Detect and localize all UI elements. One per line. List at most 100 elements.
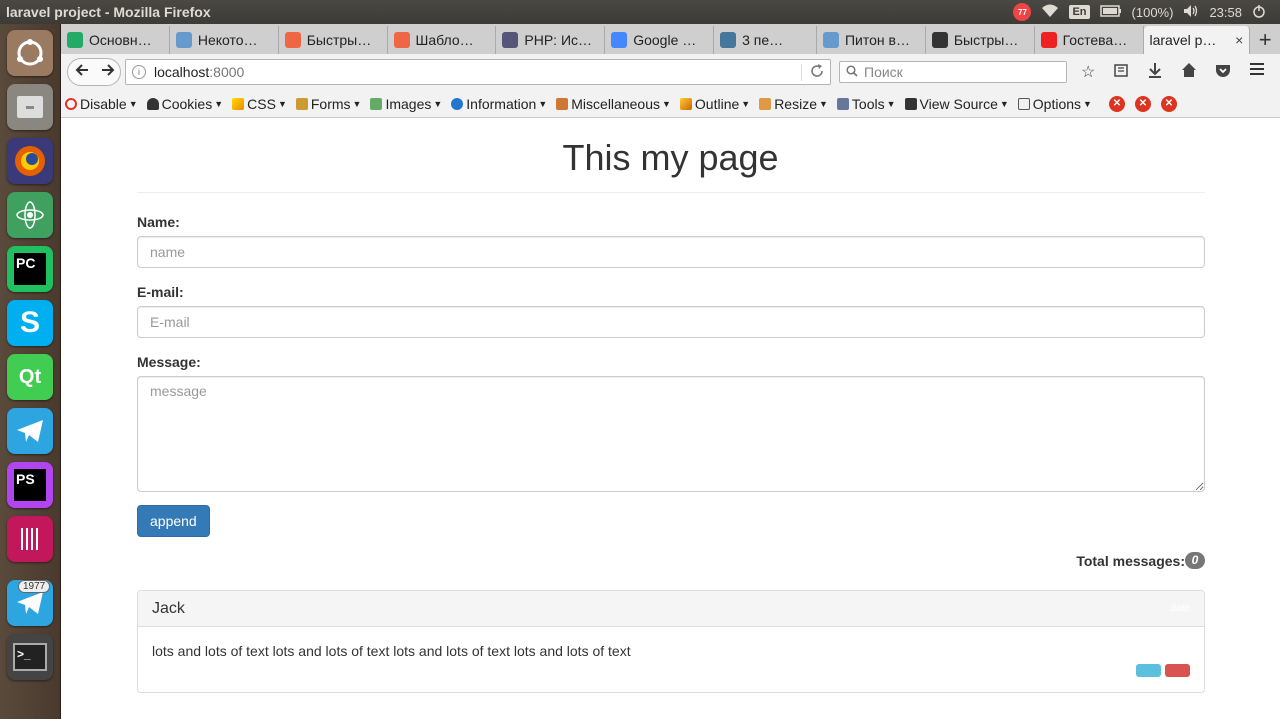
bookmark-star-icon[interactable]: ☆	[1081, 62, 1095, 83]
url-host: localhost	[154, 64, 210, 80]
new-tab-button[interactable]: +	[1250, 26, 1280, 54]
tab-favicon	[284, 32, 301, 48]
navigation-bar: i localhost:8000 Поиск ☆	[61, 54, 1280, 90]
wd-view-source[interactable]: View Source ▼	[904, 96, 1009, 112]
name-label: Name:	[137, 214, 180, 230]
tab-favicon	[720, 32, 737, 48]
tab-favicon	[175, 32, 192, 48]
tab-label: Шабло…	[415, 32, 474, 48]
tab[interactable]: Google …	[605, 26, 715, 54]
email-input[interactable]	[137, 306, 1205, 338]
site-info-icon[interactable]: i	[132, 65, 146, 79]
wd-miscellaneous[interactable]: Miscellaneous ▼	[556, 96, 671, 112]
tab-label: Гостева…	[1062, 32, 1128, 48]
volume-icon[interactable]	[1183, 4, 1199, 21]
tab[interactable]: Некото…	[170, 26, 279, 54]
tab-label: Основн…	[89, 32, 152, 48]
clock[interactable]: 23:58	[1209, 5, 1242, 20]
url-port: :8000	[209, 64, 245, 80]
wd-tools[interactable]: Tools ▼	[836, 96, 896, 112]
telegram-icon[interactable]	[7, 408, 53, 454]
wd-cookies[interactable]: Cookies ▼	[146, 96, 223, 112]
close-tab-icon[interactable]: ×	[1235, 32, 1243, 48]
url-bar[interactable]: i localhost:8000	[125, 59, 831, 85]
user-icon	[146, 97, 159, 110]
tab-label: Питон в…	[844, 32, 910, 48]
wd-information[interactable]: Information ▼	[451, 96, 547, 112]
notification-badge[interactable]: 77	[1013, 3, 1032, 21]
outline-pencil-icon	[679, 97, 692, 110]
message-textarea[interactable]	[137, 376, 1205, 492]
tab-active[interactable]: laravel p… ×	[1143, 26, 1251, 54]
append-button[interactable]: append	[137, 505, 210, 537]
firefox-icon[interactable]	[7, 138, 53, 184]
reload-icon[interactable]	[801, 63, 824, 81]
options-icon	[1017, 97, 1030, 110]
tab[interactable]: PHP: Ис…	[496, 26, 606, 54]
message-panel-heading: Jack date	[138, 591, 1204, 627]
tools-icon	[836, 97, 849, 110]
downloads-icon[interactable]	[1147, 62, 1163, 83]
edit-message-button[interactable]	[1136, 664, 1161, 677]
wd-images[interactable]: Images ▼	[370, 96, 442, 112]
error-close-icon[interactable]: ✕	[1108, 95, 1125, 112]
pocket-icon[interactable]	[1215, 62, 1231, 83]
delete-message-button[interactable]	[1165, 664, 1190, 677]
tab[interactable]: Основн…	[61, 26, 170, 54]
wifi-icon[interactable]	[1041, 4, 1059, 21]
hamburger-menu-icon[interactable]	[1249, 62, 1265, 83]
book-icon	[556, 97, 569, 110]
keyboard-layout[interactable]: En	[1069, 5, 1090, 19]
disable-icon	[65, 97, 77, 110]
qt-creator-icon[interactable]: Qt	[7, 354, 53, 400]
message-author: Jack	[152, 599, 185, 617]
tab-bar: Основн… Некото… Быстры… Шабло… PHP: Ис… …	[61, 24, 1280, 54]
tab-favicon	[931, 32, 948, 48]
home-icon[interactable]	[1181, 62, 1197, 83]
wd-css[interactable]: CSS ▼	[232, 96, 287, 112]
page-title: This my page	[562, 137, 779, 178]
tab-favicon	[611, 32, 628, 48]
tab[interactable]: Питон в…	[817, 26, 926, 54]
gitkraken-icon[interactable]	[7, 516, 53, 562]
tab[interactable]: 3 пе…	[714, 26, 817, 54]
toolbar-close-icon[interactable]: ✕	[1160, 95, 1177, 112]
tab[interactable]: Шабло…	[388, 26, 497, 54]
view-source-icon	[904, 97, 917, 110]
wd-disable[interactable]: Disable ▼	[65, 96, 138, 112]
forward-arrow-icon[interactable]	[101, 63, 115, 82]
files-icon[interactable]	[7, 84, 53, 130]
top-panel: laravel project - Mozilla Firefox 77 En …	[0, 0, 1280, 24]
search-input[interactable]: Поиск	[839, 61, 1067, 83]
atom-icon[interactable]	[7, 192, 53, 238]
tab-label: Некото…	[197, 32, 258, 48]
warning-close-icon[interactable]: ✕	[1134, 95, 1151, 112]
message-label: Message:	[137, 354, 201, 370]
total-messages: Total messages: 0	[1076, 552, 1205, 569]
search-icon	[846, 64, 858, 80]
reading-list-icon[interactable]	[1113, 62, 1129, 83]
info-icon	[451, 97, 464, 110]
ubuntu-dash-icon[interactable]	[7, 30, 53, 76]
total-messages-badge: 0	[1185, 552, 1205, 569]
phpstorm-icon[interactable]: PS	[7, 462, 53, 508]
wd-outline[interactable]: Outline ▼	[679, 96, 750, 112]
tab[interactable]: Быстры…	[926, 26, 1035, 54]
name-input[interactable]	[137, 236, 1205, 268]
tab-label: 3 пе…	[742, 32, 784, 48]
image-icon	[370, 97, 383, 110]
tab[interactable]: Быстры…	[279, 26, 388, 54]
skype-icon[interactable]: S	[7, 300, 53, 346]
battery-indicator[interactable]	[1099, 4, 1122, 20]
wd-forms[interactable]: Forms ▼	[295, 96, 361, 112]
pycharm-icon[interactable]: PC	[7, 246, 53, 292]
wd-resize[interactable]: Resize ▼	[759, 96, 828, 112]
power-icon[interactable]	[1252, 4, 1266, 21]
tab[interactable]: Гостева…	[1035, 26, 1144, 54]
wd-options[interactable]: Options ▼	[1017, 96, 1092, 112]
message-date: date	[1170, 603, 1190, 614]
back-arrow-icon[interactable]	[74, 62, 90, 83]
terminal-icon[interactable]: >_	[7, 634, 53, 680]
tab-label: Быстры…	[953, 32, 1019, 48]
web-developer-toolbar: Disable ▼ Cookies ▼ CSS ▼ Forms ▼ Images ▼ In…	[61, 90, 1280, 118]
